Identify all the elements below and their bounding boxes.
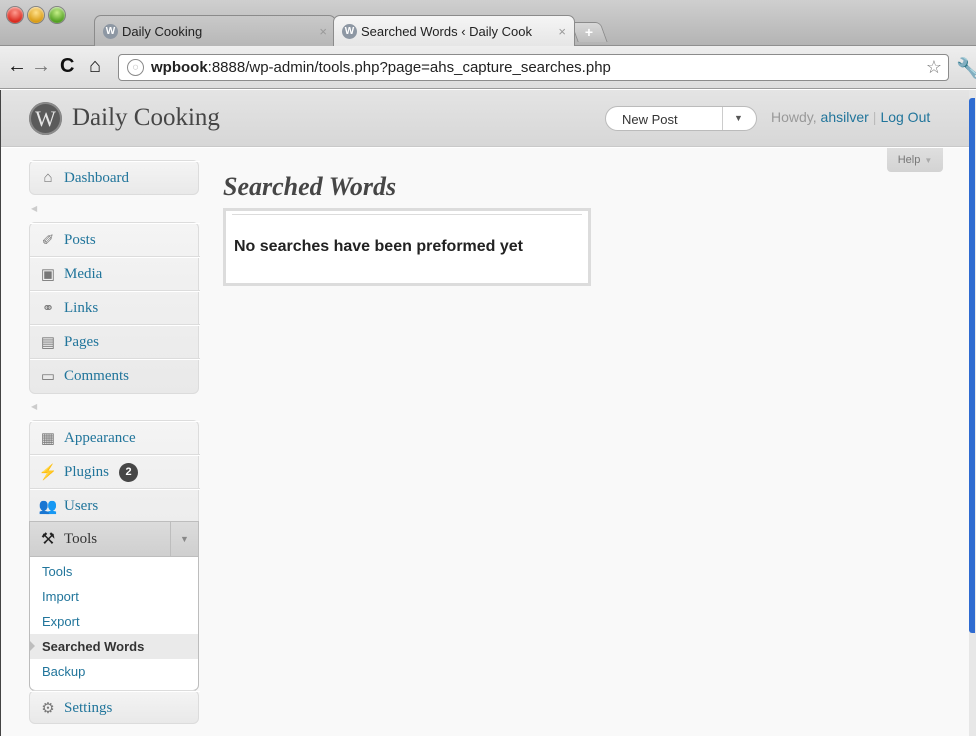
menu-item-label: Posts bbox=[64, 231, 96, 248]
separator: | bbox=[872, 109, 877, 125]
wordpress-favicon-icon: W bbox=[342, 23, 357, 39]
menu-item-settings[interactable]: ⚙ Settings bbox=[30, 691, 200, 725]
chevron-down-icon[interactable]: ▼ bbox=[180, 534, 189, 544]
tab-title: Searched Words ‹ Daily Cook bbox=[361, 23, 532, 39]
logout-link[interactable]: Log Out bbox=[880, 109, 930, 125]
menu-item-label: Links bbox=[64, 299, 99, 316]
user-info: Howdy, ahsilver | Log Out bbox=[771, 109, 930, 125]
chevron-down-icon[interactable]: ▼ bbox=[734, 113, 743, 123]
new-tab-button[interactable]: + bbox=[570, 22, 608, 42]
chain-link-icon: ⚭ bbox=[41, 300, 55, 317]
tab-close-icon[interactable]: × bbox=[558, 24, 566, 39]
appearance-icon: ▦ bbox=[40, 430, 56, 447]
speech-bubble-icon: ▭ bbox=[40, 369, 56, 385]
forward-arrow-icon[interactable]: → bbox=[31, 56, 51, 76]
wrench-icon[interactable]: 🔧 bbox=[956, 56, 976, 81]
house-icon: ⌂ bbox=[43, 170, 53, 186]
menu-item-plugins[interactable]: ⚡ Plugins 2 bbox=[30, 455, 200, 489]
site-title[interactable]: Daily Cooking bbox=[72, 104, 220, 132]
menu-item-pages[interactable]: ▤ Pages bbox=[30, 325, 200, 359]
wp-admin-header: W Daily Cooking New Post ▼ Howdy, ahsilv… bbox=[1, 90, 969, 147]
reload-icon[interactable]: C bbox=[60, 56, 74, 76]
submenu-item-searched-words[interactable]: Searched Words bbox=[29, 634, 198, 659]
minimize-window-icon[interactable] bbox=[28, 7, 44, 23]
close-window-icon[interactable] bbox=[7, 7, 23, 23]
pushpin-icon: ✐ bbox=[41, 232, 55, 249]
menu-item-label: Dashboard bbox=[64, 170, 129, 186]
menu-item-label: Pages bbox=[64, 333, 99, 350]
tab-daily-cooking[interactable]: W Daily Cooking × bbox=[94, 15, 336, 46]
plug-icon: ⚡ bbox=[38, 464, 58, 481]
submenu-item-import[interactable]: Import bbox=[30, 584, 198, 609]
settings-icon: ⚙ bbox=[41, 701, 55, 717]
back-arrow-icon[interactable]: ← bbox=[7, 56, 27, 76]
pages-icon: ▤ bbox=[40, 334, 56, 351]
users-icon: 👥 bbox=[38, 499, 58, 515]
menu-group-dashboard: ⌂ Dashboard bbox=[29, 160, 200, 195]
browser-toolbar: ← → C ⌂ ◌ wpbook:8888/wp-admin/tools.php… bbox=[0, 46, 976, 89]
window-edge bbox=[969, 90, 976, 736]
favorite-action-label[interactable]: New Post bbox=[622, 112, 678, 127]
divider bbox=[170, 522, 171, 556]
update-count-badge: 2 bbox=[119, 462, 139, 482]
url-host: wpbook bbox=[151, 59, 208, 76]
page-viewport: W Daily Cooking New Post ▼ Howdy, ahsilv… bbox=[0, 90, 976, 736]
menu-item-media[interactable]: ▣ Media bbox=[30, 257, 200, 291]
menu-item-users[interactable]: 👥 Users bbox=[30, 489, 200, 523]
menu-item-comments[interactable]: ▭ Comments bbox=[30, 359, 200, 393]
wordpress-favicon-icon: W bbox=[103, 23, 118, 39]
menu-group-settings: ⚙ Settings bbox=[29, 690, 200, 725]
notice-box: No searches have been preformed yet bbox=[223, 208, 591, 286]
plus-icon: + bbox=[584, 24, 594, 40]
menu-item-label: Settings bbox=[64, 700, 113, 716]
tab-title: Daily Cooking bbox=[122, 23, 203, 39]
menu-item-posts[interactable]: ✐ Posts bbox=[30, 223, 200, 257]
wordpress-logo-icon[interactable]: W bbox=[29, 102, 62, 135]
submenu-item-backup[interactable]: Backup bbox=[30, 659, 198, 684]
empty-state-message: No searches have been preformed yet bbox=[234, 238, 524, 255]
tab-close-icon[interactable]: × bbox=[319, 24, 327, 39]
menu-item-label: Plugins bbox=[64, 463, 110, 480]
wp-admin-body: Help ▼ ⌂ Dashboard ◀ ✐ Posts ▣ Media ⚭ Li… bbox=[1, 148, 969, 736]
zoom-window-icon[interactable] bbox=[49, 7, 65, 23]
address-bar[interactable]: ◌ wpbook:8888/wp-admin/tools.php?page=ah… bbox=[118, 54, 949, 81]
divider bbox=[232, 214, 582, 215]
menu-item-label: Comments bbox=[64, 368, 130, 384]
tab-searched-words[interactable]: W Searched Words ‹ Daily Cook × bbox=[333, 15, 575, 46]
collapse-separator-icon[interactable]: ◀ bbox=[31, 204, 37, 213]
help-button[interactable]: Help ▼ bbox=[887, 148, 943, 172]
menu-item-label: Users bbox=[64, 498, 99, 514]
collapse-separator-icon[interactable]: ◀ bbox=[31, 402, 37, 411]
menu-item-dashboard[interactable]: ⌂ Dashboard bbox=[30, 161, 200, 195]
menu-group-content: ✐ Posts ▣ Media ⚭ Links ▤ Pages ▭ Commen… bbox=[29, 222, 200, 394]
dropdown-divider bbox=[722, 107, 723, 130]
browser-titlebar: W Daily Cooking × W Searched Words ‹ Dai… bbox=[0, 0, 976, 46]
menu-item-tools[interactable]: ⚒ Tools ▼ bbox=[30, 522, 198, 557]
bookmark-star-icon[interactable]: ☆ bbox=[926, 57, 942, 78]
favorite-actions-dropdown[interactable]: New Post ▼ bbox=[605, 106, 757, 131]
tools-icon: ⚒ bbox=[40, 531, 56, 548]
help-label: Help bbox=[897, 154, 921, 166]
username-link[interactable]: ahsilver bbox=[821, 109, 869, 125]
menu-item-links[interactable]: ⚭ Links bbox=[30, 291, 200, 325]
menu-item-label: Media bbox=[64, 265, 103, 282]
howdy-text: Howdy, bbox=[771, 109, 817, 125]
home-icon[interactable]: ⌂ bbox=[89, 56, 101, 76]
menu-item-appearance[interactable]: ▦ Appearance bbox=[30, 421, 200, 455]
menu-item-tools-expanded: ⚒ Tools ▼ Tools Import Export Searched W… bbox=[29, 521, 199, 691]
chevron-down-icon: ▼ bbox=[924, 155, 933, 165]
globe-icon: ◌ bbox=[127, 59, 144, 76]
menu-item-label: Appearance bbox=[64, 429, 136, 446]
page-title: Searched Words bbox=[223, 172, 397, 201]
menu-item-label: Tools bbox=[64, 530, 98, 547]
submenu-item-export[interactable]: Export bbox=[30, 609, 198, 634]
focus-ring bbox=[969, 98, 975, 633]
submenu-item-tools[interactable]: Tools bbox=[30, 559, 198, 584]
media-icon: ▣ bbox=[40, 266, 56, 283]
url-path: :8888/wp-admin/tools.php?page=ahs_captur… bbox=[207, 59, 611, 76]
